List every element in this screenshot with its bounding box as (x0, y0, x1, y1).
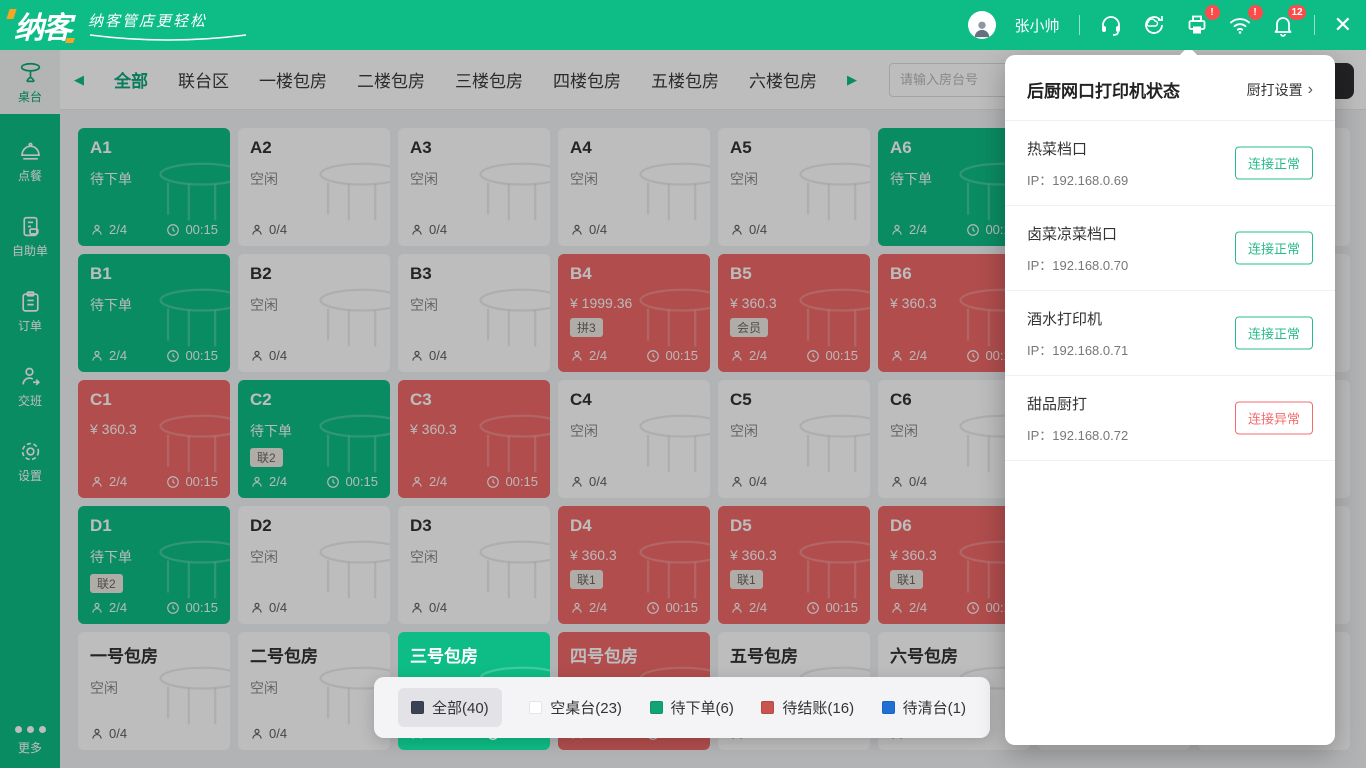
printer-row: 酒水打印机 IP：192.168.0.71 连接正常 (1005, 291, 1335, 376)
legend-all[interactable]: 全部(40) (398, 688, 502, 727)
printer-icon[interactable]: ! (1185, 13, 1209, 37)
legend-all-swatch (411, 701, 424, 714)
printer-status-button[interactable]: 连接正常 (1235, 147, 1313, 180)
support-headset-icon[interactable] (1099, 13, 1123, 37)
wifi-alert-badge: ! (1248, 5, 1263, 20)
printer-row: 热菜档口 IP：192.168.0.69 连接正常 (1005, 121, 1335, 206)
legend-pending-clear-swatch (882, 701, 895, 714)
chevron-right-icon: › (1308, 81, 1313, 99)
legend-pending-bill[interactable]: 待结账(16) (761, 697, 854, 718)
person-icon (971, 17, 993, 39)
username: 张小帅 (1015, 15, 1060, 36)
topbar: 纳客 纳客管店更轻松 张小帅 ! ! 12 ✕ (0, 0, 1366, 50)
printer-alert-badge: ! (1205, 5, 1220, 20)
notification-badge: 12 (1288, 5, 1305, 20)
legend-pending-bill-swatch (761, 701, 774, 714)
printer-status-popup: 后厨网口打印机状态 厨打设置 › 热菜档口 IP：192.168.0.69 连接… (1005, 55, 1335, 745)
legend-pending-clear[interactable]: 待清台(1) (882, 697, 966, 718)
app-logo: 纳客 (14, 3, 70, 47)
close-icon[interactable]: ✕ (1334, 14, 1352, 36)
printer-row: 卤菜凉菜档口 IP：192.168.0.70 连接正常 (1005, 206, 1335, 291)
popup-header: 后厨网口打印机状态 厨打设置 › (1005, 55, 1335, 121)
bell-icon[interactable]: 12 (1271, 13, 1295, 37)
popup-title: 后厨网口打印机状态 (1027, 77, 1180, 102)
printer-row: 甜品厨打 IP：192.168.0.72 连接异常 (1005, 376, 1335, 461)
printer-status-button[interactable]: 连接正常 (1235, 232, 1313, 265)
legend-pending-order-swatch (650, 701, 663, 714)
slogan-underline (88, 33, 248, 41)
divider (1079, 15, 1080, 35)
divider (1314, 15, 1315, 35)
legend-pending-order[interactable]: 待下单(6) (650, 697, 734, 718)
table-name: 三号包房 (410, 642, 538, 667)
printer-status-button[interactable]: 连接正常 (1235, 317, 1313, 350)
avatar[interactable] (968, 11, 996, 39)
sync-icon[interactable] (1142, 13, 1166, 37)
status-legend-bar: 全部(40) 空桌台(23) 待下单(6) 待结账(16) 待清台(1) (374, 677, 990, 738)
app-slogan: 纳客管店更轻松 (88, 10, 248, 41)
kitchen-print-settings-link[interactable]: 厨打设置 › (1247, 80, 1313, 100)
legend-empty-swatch (529, 701, 542, 714)
wifi-icon[interactable]: ! (1228, 13, 1252, 37)
printer-status-button[interactable]: 连接异常 (1235, 402, 1313, 435)
legend-empty[interactable]: 空桌台(23) (529, 697, 622, 718)
